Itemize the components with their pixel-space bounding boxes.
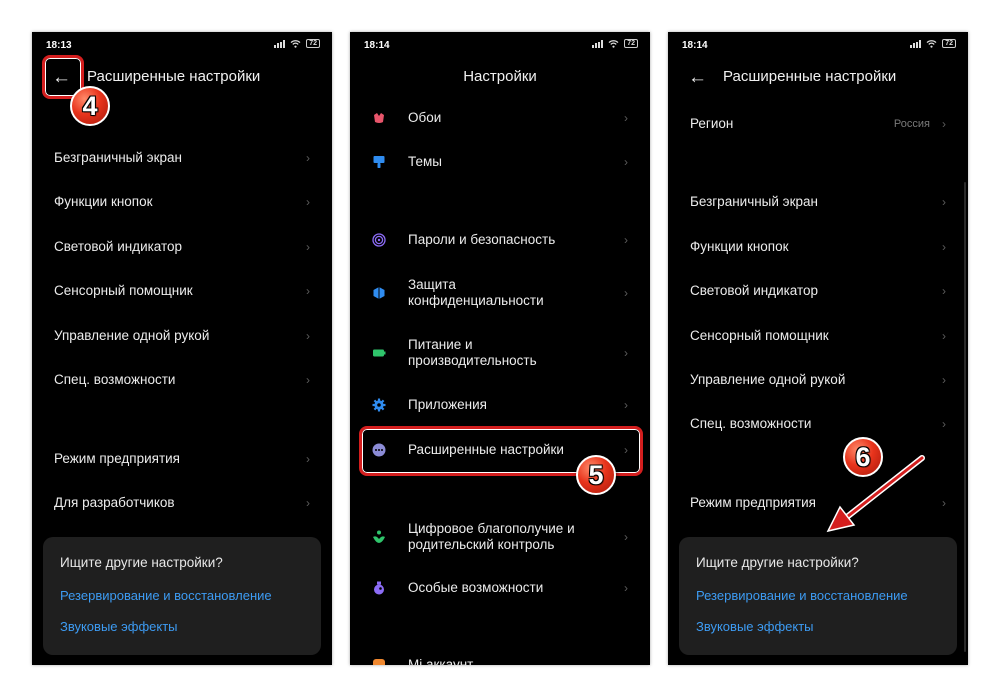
pointer-arrow	[826, 455, 925, 533]
step-badge-6: 6	[843, 437, 883, 477]
